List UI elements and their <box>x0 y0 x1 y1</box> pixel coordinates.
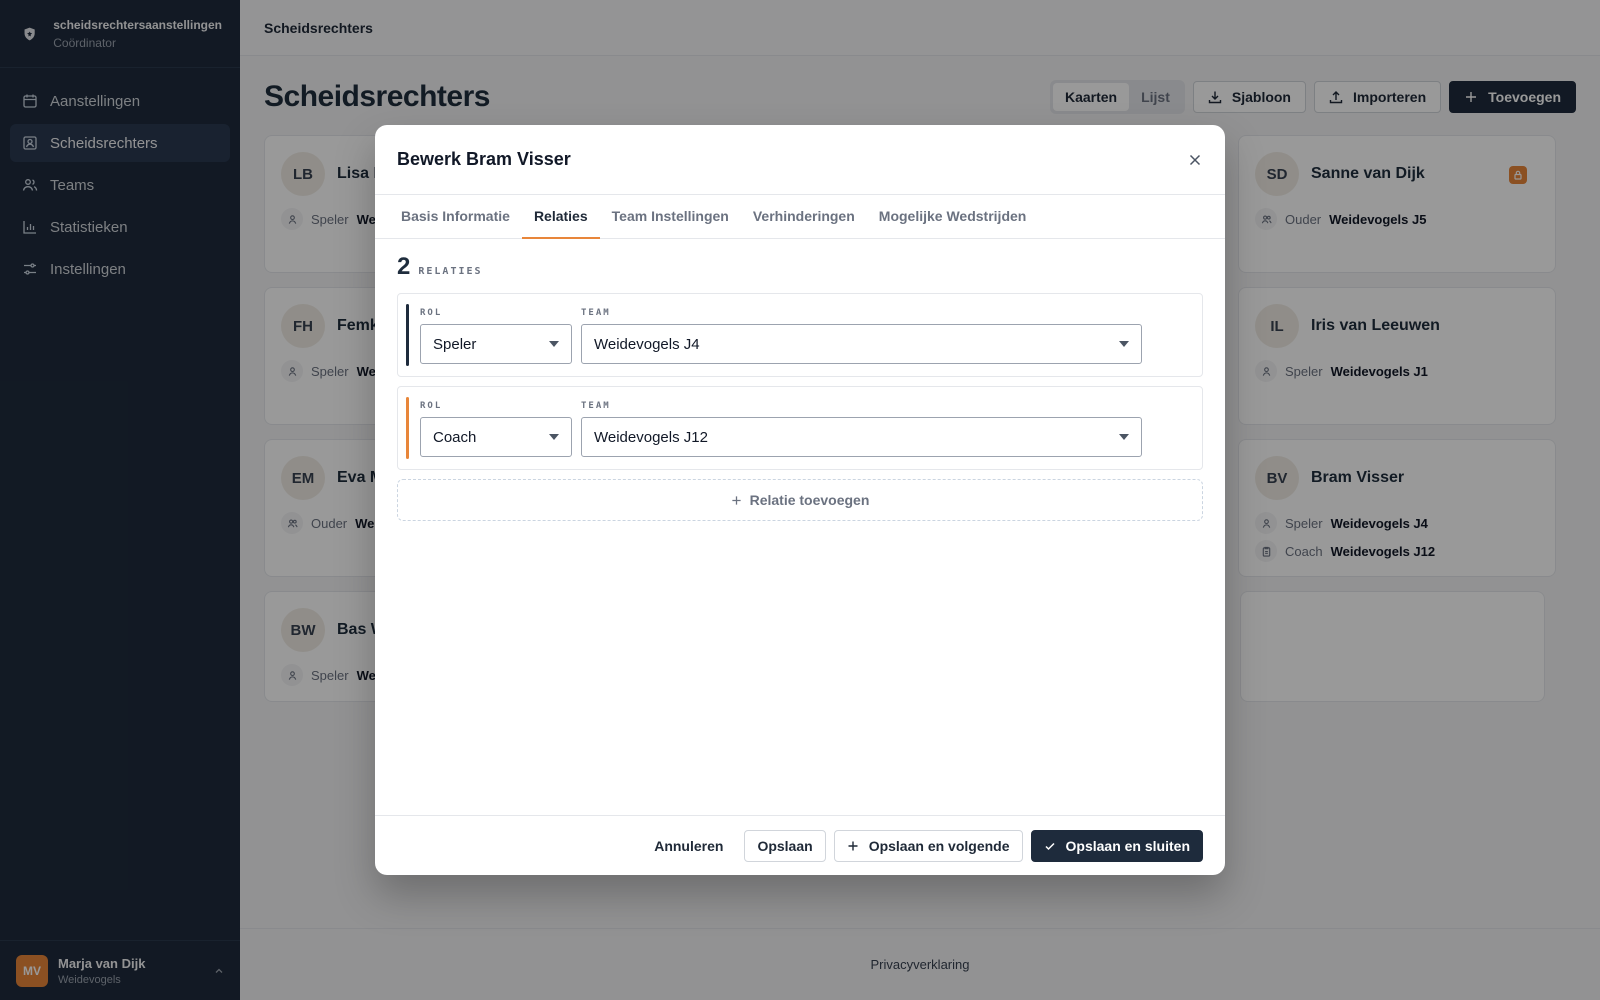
tab-mogelijke-wedstrijden[interactable]: Mogelijke Wedstrijden <box>867 195 1039 239</box>
relation-accent-bar <box>406 397 409 459</box>
tab-basis-informatie[interactable]: Basis Informatie <box>389 195 522 239</box>
dialog-header: Bewerk Bram Visser <box>375 125 1225 195</box>
tab-verhinderingen[interactable]: Verhinderingen <box>741 195 867 239</box>
check-icon <box>1044 842 1055 850</box>
relations-count-number: 2 <box>397 253 411 280</box>
save-close-label: Opslaan en sluiten <box>1065 837 1190 854</box>
role-select-value: Speler <box>433 335 477 353</box>
role-label: ROL <box>420 308 443 318</box>
cancel-button[interactable]: Annuleren <box>641 829 737 862</box>
caret-down-icon <box>1119 341 1129 347</box>
plus-icon <box>731 495 741 505</box>
role-select[interactable]: Coach <box>420 417 572 457</box>
add-relation-label: Relatie toevoegen <box>749 492 870 508</box>
role-label: ROL <box>420 401 443 411</box>
dialog-body: 2 RELATIES ROL TEAM Speler Weidevogels J… <box>375 239 1225 535</box>
dialog-footer: Annuleren Opslaan Opslaan en volgende Op… <box>375 815 1225 875</box>
relations-count: 2 RELATIES <box>397 253 1203 281</box>
add-relation-button[interactable]: Relatie toevoegen <box>397 479 1203 521</box>
relation-item: ROL TEAM Coach Weidevogels J12 <box>397 386 1203 470</box>
caret-down-icon <box>549 434 559 440</box>
save-close-button[interactable]: Opslaan en sluiten <box>1030 829 1203 862</box>
tab-team-instellingen[interactable]: Team Instellingen <box>600 195 741 239</box>
dialog-title: Bewerk Bram Visser <box>397 149 571 169</box>
save-button[interactable]: Opslaan <box>744 829 826 862</box>
team-label: TEAM <box>581 401 611 411</box>
save-next-label: Opslaan en volgende <box>868 837 1010 854</box>
team-label: TEAM <box>581 308 611 318</box>
caret-down-icon <box>549 341 559 347</box>
save-next-button[interactable]: Opslaan en volgende <box>833 829 1023 862</box>
team-select-value: Weidevogels J12 <box>594 428 708 446</box>
edit-referee-dialog: Bewerk Bram Visser Basis Informatie Rela… <box>375 125 1225 875</box>
tab-relaties[interactable]: Relaties <box>521 195 600 239</box>
caret-down-icon <box>1119 434 1129 440</box>
dialog-tabs: Basis Informatie Relaties Team Instellin… <box>375 195 1225 239</box>
team-select-value: Weidevogels J4 <box>594 335 700 353</box>
plus-icon <box>848 841 858 850</box>
relation-item: ROL TEAM Speler Weidevogels J4 <box>397 293 1203 377</box>
team-select[interactable]: Weidevogels J12 <box>581 417 1142 457</box>
relations-count-label: RELATIES <box>418 266 483 277</box>
role-select-value: Coach <box>433 428 477 446</box>
relation-accent-bar <box>406 304 409 366</box>
team-select[interactable]: Weidevogels J4 <box>581 324 1142 364</box>
close-icon[interactable] <box>1187 152 1203 168</box>
role-select[interactable]: Speler <box>420 324 572 364</box>
